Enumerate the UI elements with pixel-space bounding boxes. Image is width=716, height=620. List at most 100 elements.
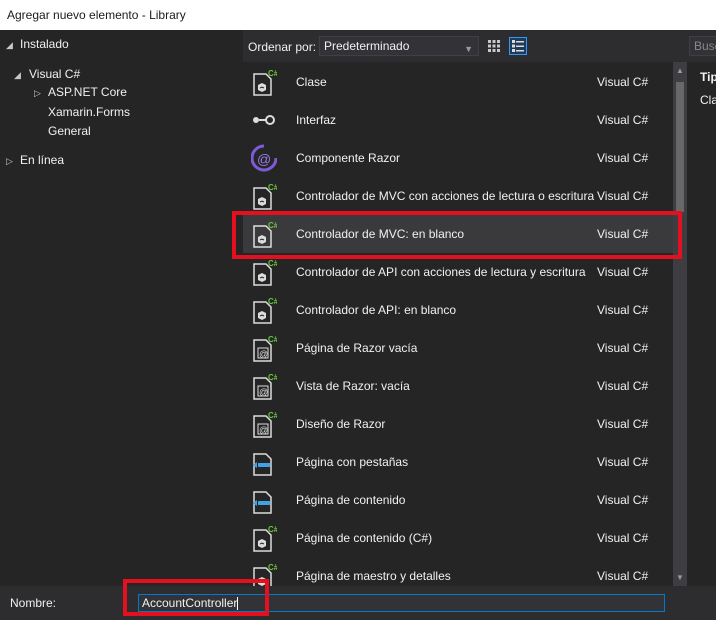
grid-view-button[interactable] <box>485 37 503 55</box>
details-type-label: Tip <box>700 70 716 84</box>
text-caret <box>237 597 239 611</box>
controller-icon: C# <box>251 296 279 324</box>
scroll-thumb[interactable] <box>676 82 684 212</box>
collapse-icon[interactable]: ◢ <box>6 40 16 50</box>
grid-view-icon <box>488 40 500 52</box>
list-item-name: Interfaz <box>296 113 337 127</box>
list-item[interactable]: @C# Diseño de Razor Visual C# <box>243 405 673 443</box>
interface-icon <box>251 106 277 134</box>
list-item-name: Página de maestro y detalles <box>296 569 451 583</box>
list-item[interactable]: C# Página de contenido (C#) Visual C# <box>243 519 673 557</box>
svg-text:C#: C# <box>268 69 277 78</box>
list-item[interactable]: C# Controlador de API: en blanco Visual C# <box>243 291 673 329</box>
svg-text:C#: C# <box>268 411 277 420</box>
name-field[interactable]: AccountController <box>138 594 665 612</box>
list-item[interactable]: Página con pestañas Visual C# <box>243 443 673 481</box>
details-panel: Tip Cla (el inc no <box>687 62 716 586</box>
svg-text:@: @ <box>259 425 268 435</box>
csharp-page-icon: C# <box>251 562 279 586</box>
expand-icon[interactable]: ▷ <box>34 88 44 98</box>
list-item[interactable]: @ Componente Razor Visual C# <box>243 139 673 177</box>
list-item[interactable]: C# Página de maestro y detalles Visual C# <box>243 557 673 586</box>
list-item-name: Clase <box>296 75 327 89</box>
razor-page-icon: @C# <box>251 372 279 400</box>
name-label: Nombre: <box>10 596 57 610</box>
list-view-button[interactable] <box>509 37 527 55</box>
list-item-language: Visual C# <box>597 265 649 279</box>
svg-text:@: @ <box>257 151 271 167</box>
template-list: C# Clase Visual C# Interfaz Visual C# @ Compon… <box>243 62 673 586</box>
list-item[interactable]: C# Clase Visual C# <box>243 63 673 101</box>
tree-item-aspnet-core[interactable]: ASP.NET Core <box>48 82 127 102</box>
chevron-down-icon: ▼ <box>464 44 473 54</box>
scroll-up-icon[interactable]: ▲ <box>676 66 684 75</box>
list-item-name: Página de Razor vacía <box>296 341 418 355</box>
svg-text:C#: C# <box>268 563 277 572</box>
list-item-name: Componente Razor <box>296 151 401 165</box>
name-field-value: AccountController <box>142 596 238 610</box>
sort-dropdown-value: Predeterminado <box>324 39 410 53</box>
sort-toolbar: Ordenar por: Predeterminado ▼ Bus <box>243 30 716 62</box>
collapse-icon[interactable]: ◢ <box>14 70 24 80</box>
list-item-name: Diseño de Razor <box>296 417 386 431</box>
razor-component-icon: @ <box>250 144 278 172</box>
controller-icon: C# <box>251 182 279 210</box>
list-item[interactable]: @C# Página de Razor vacía Visual C# <box>243 329 673 367</box>
tree-item-general[interactable]: General <box>48 121 91 141</box>
list-item-language: Visual C# <box>597 531 649 545</box>
list-item-name: Página con pestañas <box>296 455 409 469</box>
tree-item-visual-csharp[interactable]: Visual C# <box>29 64 80 84</box>
list-item[interactable]: @C# Vista de Razor: vacía Visual C# <box>243 367 673 405</box>
controller-icon: C# <box>251 220 279 248</box>
razor-layout-icon: @C# <box>251 410 279 438</box>
list-item-language: Visual C# <box>597 493 649 507</box>
list-item-language: Visual C# <box>597 75 649 89</box>
list-item-language: Visual C# <box>597 417 649 431</box>
svg-text:C#: C# <box>268 297 277 306</box>
add-new-item-dialog: ◢ Instalado ◢ Visual C# ▷ ASP.NET Core X… <box>0 30 716 620</box>
list-item-name: Página de contenido <box>296 493 406 507</box>
sort-dropdown[interactable]: Predeterminado ▼ <box>319 36 479 56</box>
list-item[interactable]: C# Controlador de MVC: en blanco Visual C# <box>243 215 673 253</box>
list-item-language: Visual C# <box>597 303 649 317</box>
list-item-name: Página de contenido (C#) <box>296 531 433 545</box>
class-icon: C# <box>251 68 279 96</box>
xaml-page-icon <box>251 448 277 476</box>
scroll-down-icon[interactable]: ▼ <box>676 573 684 582</box>
name-bar: Nombre: AccountController <box>0 586 716 620</box>
svg-text:C#: C# <box>268 373 277 382</box>
controller-icon: C# <box>251 258 279 286</box>
list-item-name: Controlador de MVC: en blanco <box>296 227 465 241</box>
list-view-icon <box>512 40 524 52</box>
list-item[interactable]: C# Controlador de MVC con acciones de lec… <box>243 177 673 215</box>
xaml-page-icon <box>251 486 277 514</box>
sort-label: Ordenar por: <box>248 40 317 54</box>
details-description: Cla (el inc no <box>700 93 716 107</box>
svg-text:C#: C# <box>268 335 277 344</box>
tree-item-online[interactable]: En línea <box>20 150 64 170</box>
list-item-language: Visual C# <box>597 189 649 203</box>
search-installed-input[interactable]: Busc <box>689 36 716 56</box>
window-title: Agregar nuevo elemento - Library <box>7 8 186 22</box>
list-scrollbar[interactable]: ▲ ▼ <box>673 62 687 586</box>
list-item-language: Visual C# <box>597 569 649 583</box>
list-item[interactable]: Página de contenido Visual C# <box>243 481 673 519</box>
title-bar: Agregar nuevo elemento - Library <box>0 0 716 30</box>
razor-page-icon: @C# <box>251 334 279 362</box>
list-item-language: Visual C# <box>597 341 649 355</box>
list-item-name: Controlador de API con acciones de lectu… <box>296 265 586 279</box>
svg-text:C#: C# <box>268 221 277 230</box>
svg-text:C#: C# <box>268 525 277 534</box>
svg-text:@: @ <box>259 387 268 397</box>
csharp-page-icon: C# <box>251 524 279 552</box>
list-item-language: Visual C# <box>597 151 649 165</box>
expand-icon[interactable]: ▷ <box>6 156 16 166</box>
list-item-name: Vista de Razor: vacía <box>296 379 410 393</box>
list-item-language: Visual C# <box>597 379 649 393</box>
tree-item-xamarin-forms[interactable]: Xamarin.Forms <box>48 102 130 122</box>
list-item[interactable]: C# Controlador de API con acciones de lec… <box>243 253 673 291</box>
tree-item-installed[interactable]: Instalado <box>20 34 69 54</box>
list-item-language: Visual C# <box>597 113 649 127</box>
list-item-name: Controlador de MVC con acciones de lectu… <box>296 189 595 203</box>
list-item[interactable]: Interfaz Visual C# <box>243 101 673 139</box>
